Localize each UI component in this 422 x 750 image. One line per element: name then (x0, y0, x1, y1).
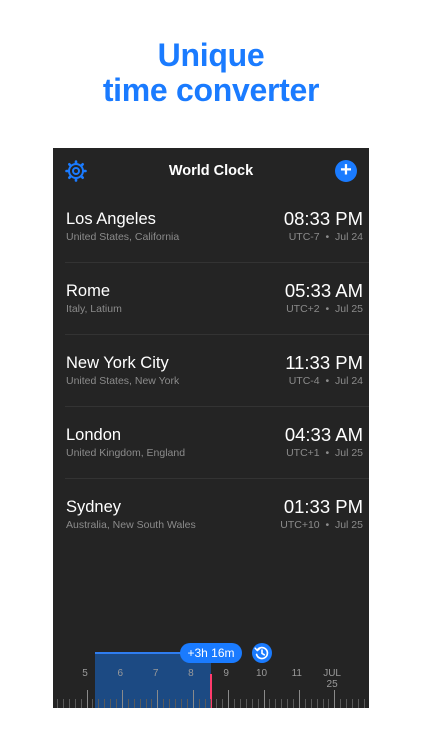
scale-tick (334, 690, 336, 708)
city-time: 11:33 PM (285, 352, 363, 373)
clock-row-rome[interactable]: Rome Italy, Latium 05:33 AM UTC+2 • Jul … (65, 263, 369, 335)
page-title: World Clock (168, 163, 254, 179)
scale-tick (98, 699, 100, 708)
clock-row-sydney[interactable]: Sydney Australia, New South Wales 01:33 … (65, 479, 369, 550)
hour-label: 8 (188, 668, 194, 679)
scale-tick (275, 699, 277, 708)
scale-tick (357, 699, 359, 708)
city-time: 01:33 PM (283, 496, 363, 517)
scale-tick (328, 699, 330, 708)
scale-tick (92, 699, 94, 708)
scale-tick (263, 690, 265, 708)
scale-tick (228, 690, 230, 708)
hour-label: 6 (117, 668, 124, 679)
scale-tick (298, 690, 300, 708)
headline: Unique time converter (0, 38, 422, 108)
city-offset-date: UTC+10 • Jul 25 (280, 519, 363, 531)
headline-line-1: Unique (157, 37, 265, 73)
scale-tick (340, 699, 342, 708)
scale-tick (74, 699, 76, 708)
city-time: 08:33 PM (283, 208, 363, 229)
scale-tick (110, 699, 112, 708)
time-scrubber[interactable]: +3h 16m 5 6 7 8 9 10 11 JUL 25 (53, 640, 369, 708)
scale-tick (180, 699, 182, 708)
scale-tick (175, 699, 176, 708)
scale-tick (145, 699, 147, 708)
headline-line-2: time converter (102, 72, 320, 108)
hour-label: 9 (223, 668, 229, 679)
reset-time-clock-icon[interactable] (252, 643, 272, 663)
scale-tick (139, 699, 141, 708)
scale-tick (352, 699, 353, 708)
hour-label: 7 (152, 668, 159, 679)
city-name: London (66, 426, 122, 444)
city-name: New York City (66, 354, 169, 372)
hour-label: 11 (291, 668, 302, 679)
city-offset-date: UTC+1 • Jul 25 (286, 447, 363, 459)
city-region: Australia, New South Wales (66, 519, 196, 531)
city-offset-date: UTC-4 • Jul 24 (288, 375, 363, 387)
scale-tick (163, 699, 165, 708)
scale-tick (204, 699, 206, 708)
clock-row-london[interactable]: London United Kingdom, England 04:33 AM … (65, 407, 369, 479)
city-time: 05:33 AM (284, 280, 363, 301)
scale-tick (287, 699, 289, 708)
scale-tick (57, 699, 58, 708)
scale-tick (316, 699, 318, 708)
scale-tick (281, 699, 283, 708)
scale-tick (68, 699, 70, 708)
clock-list: Los Angeles United States, California 08… (53, 191, 369, 550)
scale-tick (304, 699, 306, 708)
scale-tick (293, 699, 294, 708)
scale-tick (322, 699, 324, 708)
city-offset-date: UTC-7 • Jul 24 (288, 231, 363, 243)
scale-tick (210, 699, 212, 708)
city-region: United States, California (66, 231, 180, 243)
city-name: Sydney (66, 498, 122, 516)
scale-tick (269, 699, 271, 708)
scale-tick (80, 699, 82, 708)
scale-tick (157, 690, 159, 708)
time-shift-badge: +3h 16m (180, 643, 242, 663)
scale-tick (234, 699, 235, 708)
scale-tick (251, 699, 253, 708)
scale-tick (133, 699, 135, 708)
scale-tick (310, 699, 312, 708)
hour-label: 10 (255, 668, 268, 679)
scale-tick (363, 699, 365, 708)
scale-tick (239, 699, 241, 708)
scale-tick (104, 699, 106, 708)
scale-tick (245, 699, 247, 708)
scale-tick (216, 699, 218, 708)
scale-tick (346, 699, 348, 708)
hour-label: JUL 25 (323, 668, 341, 690)
scale-tick (192, 690, 194, 708)
clock-row-los-angeles[interactable]: Los Angeles United States, California 08… (65, 191, 369, 263)
scale-tick (116, 699, 117, 708)
city-offset-date: UTC+2 • Jul 25 (286, 303, 363, 315)
scale-tick (86, 690, 88, 708)
scale-tick (169, 699, 171, 708)
city-region: Italy, Latium (66, 303, 122, 315)
app-screen: World Clock + Los Angeles United States,… (53, 148, 369, 708)
navbar: World Clock + (53, 148, 369, 196)
scale-tick (198, 699, 200, 708)
scale-tick (186, 699, 188, 708)
city-region: United States, New York (66, 375, 180, 387)
city-time: 04:33 AM (284, 424, 363, 445)
city-region: United Kingdom, England (66, 447, 186, 459)
scale-tick (121, 690, 123, 708)
city-name: Rome (66, 282, 111, 300)
scale-tick (222, 699, 224, 708)
scale-tick (151, 699, 153, 708)
clock-row-new-york-city[interactable]: New York City United States, New York 11… (65, 335, 369, 407)
hour-label: 5 (82, 668, 88, 679)
scale-tick (257, 699, 259, 708)
scale-tick (62, 699, 64, 708)
city-name: Los Angeles (66, 210, 156, 228)
add-clock-plus-icon[interactable]: + (335, 160, 357, 182)
scale-tick (127, 699, 129, 708)
